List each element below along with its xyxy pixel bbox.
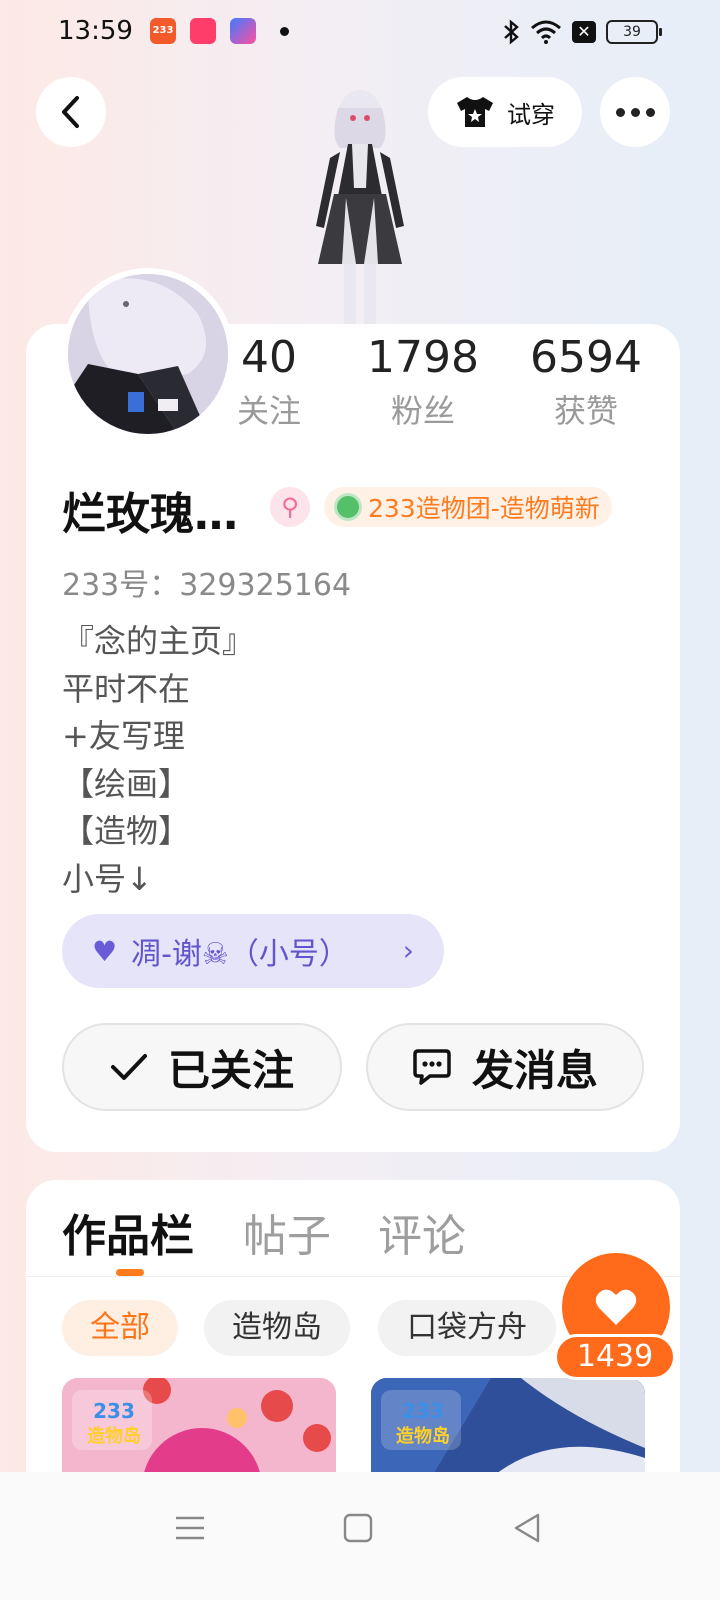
chat-bubble-icon — [413, 1049, 451, 1085]
wifi-icon — [531, 20, 561, 44]
filter-all[interactable]: 全部 — [62, 1300, 178, 1356]
avatar[interactable] — [62, 268, 234, 440]
tab-posts[interactable]: 帖子 — [243, 1200, 331, 1264]
chevron-left-icon — [62, 96, 79, 128]
follow-label: 已关注 — [167, 1045, 294, 1095]
heart-icon: ♥ — [92, 934, 118, 968]
menu-icon[interactable] — [170, 1508, 210, 1548]
likes-count: 6594 — [530, 332, 642, 383]
following-count: 40 — [241, 332, 297, 383]
sim-off-icon: ✕ — [572, 21, 596, 43]
creator-badge-label: 233造物团-造物萌新 — [368, 494, 600, 523]
clock: 13:59 — [58, 16, 133, 46]
following-label: 关注 — [236, 392, 301, 430]
creator-badge[interactable]: 233造物团-造物萌新 — [324, 487, 612, 527]
thumb-logo-text: 造物岛 — [87, 1425, 141, 1447]
try-on-label: 试穿 — [507, 100, 555, 129]
filter-pocket-ark[interactable]: 口袋方舟 — [378, 1300, 556, 1356]
more-options-button[interactable] — [600, 77, 670, 147]
thumb-logo-text: 造物岛 — [396, 1425, 450, 1447]
try-on-button[interactable]: 试穿 — [428, 77, 582, 147]
message-label: 发消息 — [471, 1045, 598, 1095]
back-button[interactable] — [36, 77, 106, 147]
back-triangle-icon[interactable] — [508, 1508, 548, 1548]
user-id: 233号：329325164 — [62, 568, 352, 603]
active-tab-indicator — [116, 1269, 144, 1276]
status-bar: 13:59 233 ✕ 39 — [0, 0, 720, 66]
more-dots-icon — [615, 107, 625, 117]
tab-works[interactable]: 作品栏 — [62, 1200, 194, 1264]
avatar-3d-figure — [290, 78, 430, 328]
chevron-right-icon: › — [402, 934, 414, 967]
tab-comments[interactable]: 评论 — [378, 1200, 466, 1264]
followers-stat[interactable]: 1798 粉丝 — [360, 332, 486, 436]
message-button[interactable]: 发消息 — [366, 1023, 644, 1111]
thumb-logo-number: 233 — [93, 1399, 135, 1423]
followers-count: 1798 — [367, 332, 479, 383]
likes-stat[interactable]: 6594 获赞 — [522, 332, 650, 436]
tshirt-icon — [457, 97, 493, 127]
video-app-icon — [190, 18, 216, 44]
filter-creation-island[interactable]: 造物岛 — [204, 1300, 350, 1356]
app-233-icon: 233 — [150, 18, 176, 44]
battery-icon: 39 — [606, 20, 662, 44]
female-gender-icon: ⚲ — [270, 487, 310, 527]
heart-icon — [595, 1289, 637, 1325]
assistant-app-icon — [230, 18, 256, 44]
follow-button[interactable]: 已关注 — [62, 1023, 342, 1111]
thumb-logo-number: 233 — [402, 1399, 444, 1423]
following-stat[interactable]: 40 关注 — [224, 332, 314, 436]
followers-label: 粉丝 — [390, 392, 455, 430]
alt-account-label: 凋-谢☠（小号） — [131, 937, 349, 972]
likes-label: 获赞 — [553, 392, 618, 430]
work-thumbnail[interactable]: 233 造物岛 — [62, 1378, 336, 1478]
user-bio: 『念的主页』 平时不在 +友写理 【绘画】 【造物】 小号↓ — [62, 622, 255, 898]
checkmark-icon — [110, 1054, 147, 1080]
alt-account-link[interactable]: ♥ 凋-谢☠（小号） › — [62, 914, 444, 988]
notification-dot-icon — [280, 27, 289, 36]
like-count-badge: 1439 — [554, 1334, 676, 1380]
bluetooth-icon — [504, 19, 519, 45]
work-thumbnail[interactable]: 233 造物岛 — [371, 1378, 645, 1478]
user-name: 烂玫瑰… — [62, 489, 238, 540]
creator-badge-icon — [334, 493, 362, 521]
home-square-icon[interactable] — [338, 1508, 378, 1548]
